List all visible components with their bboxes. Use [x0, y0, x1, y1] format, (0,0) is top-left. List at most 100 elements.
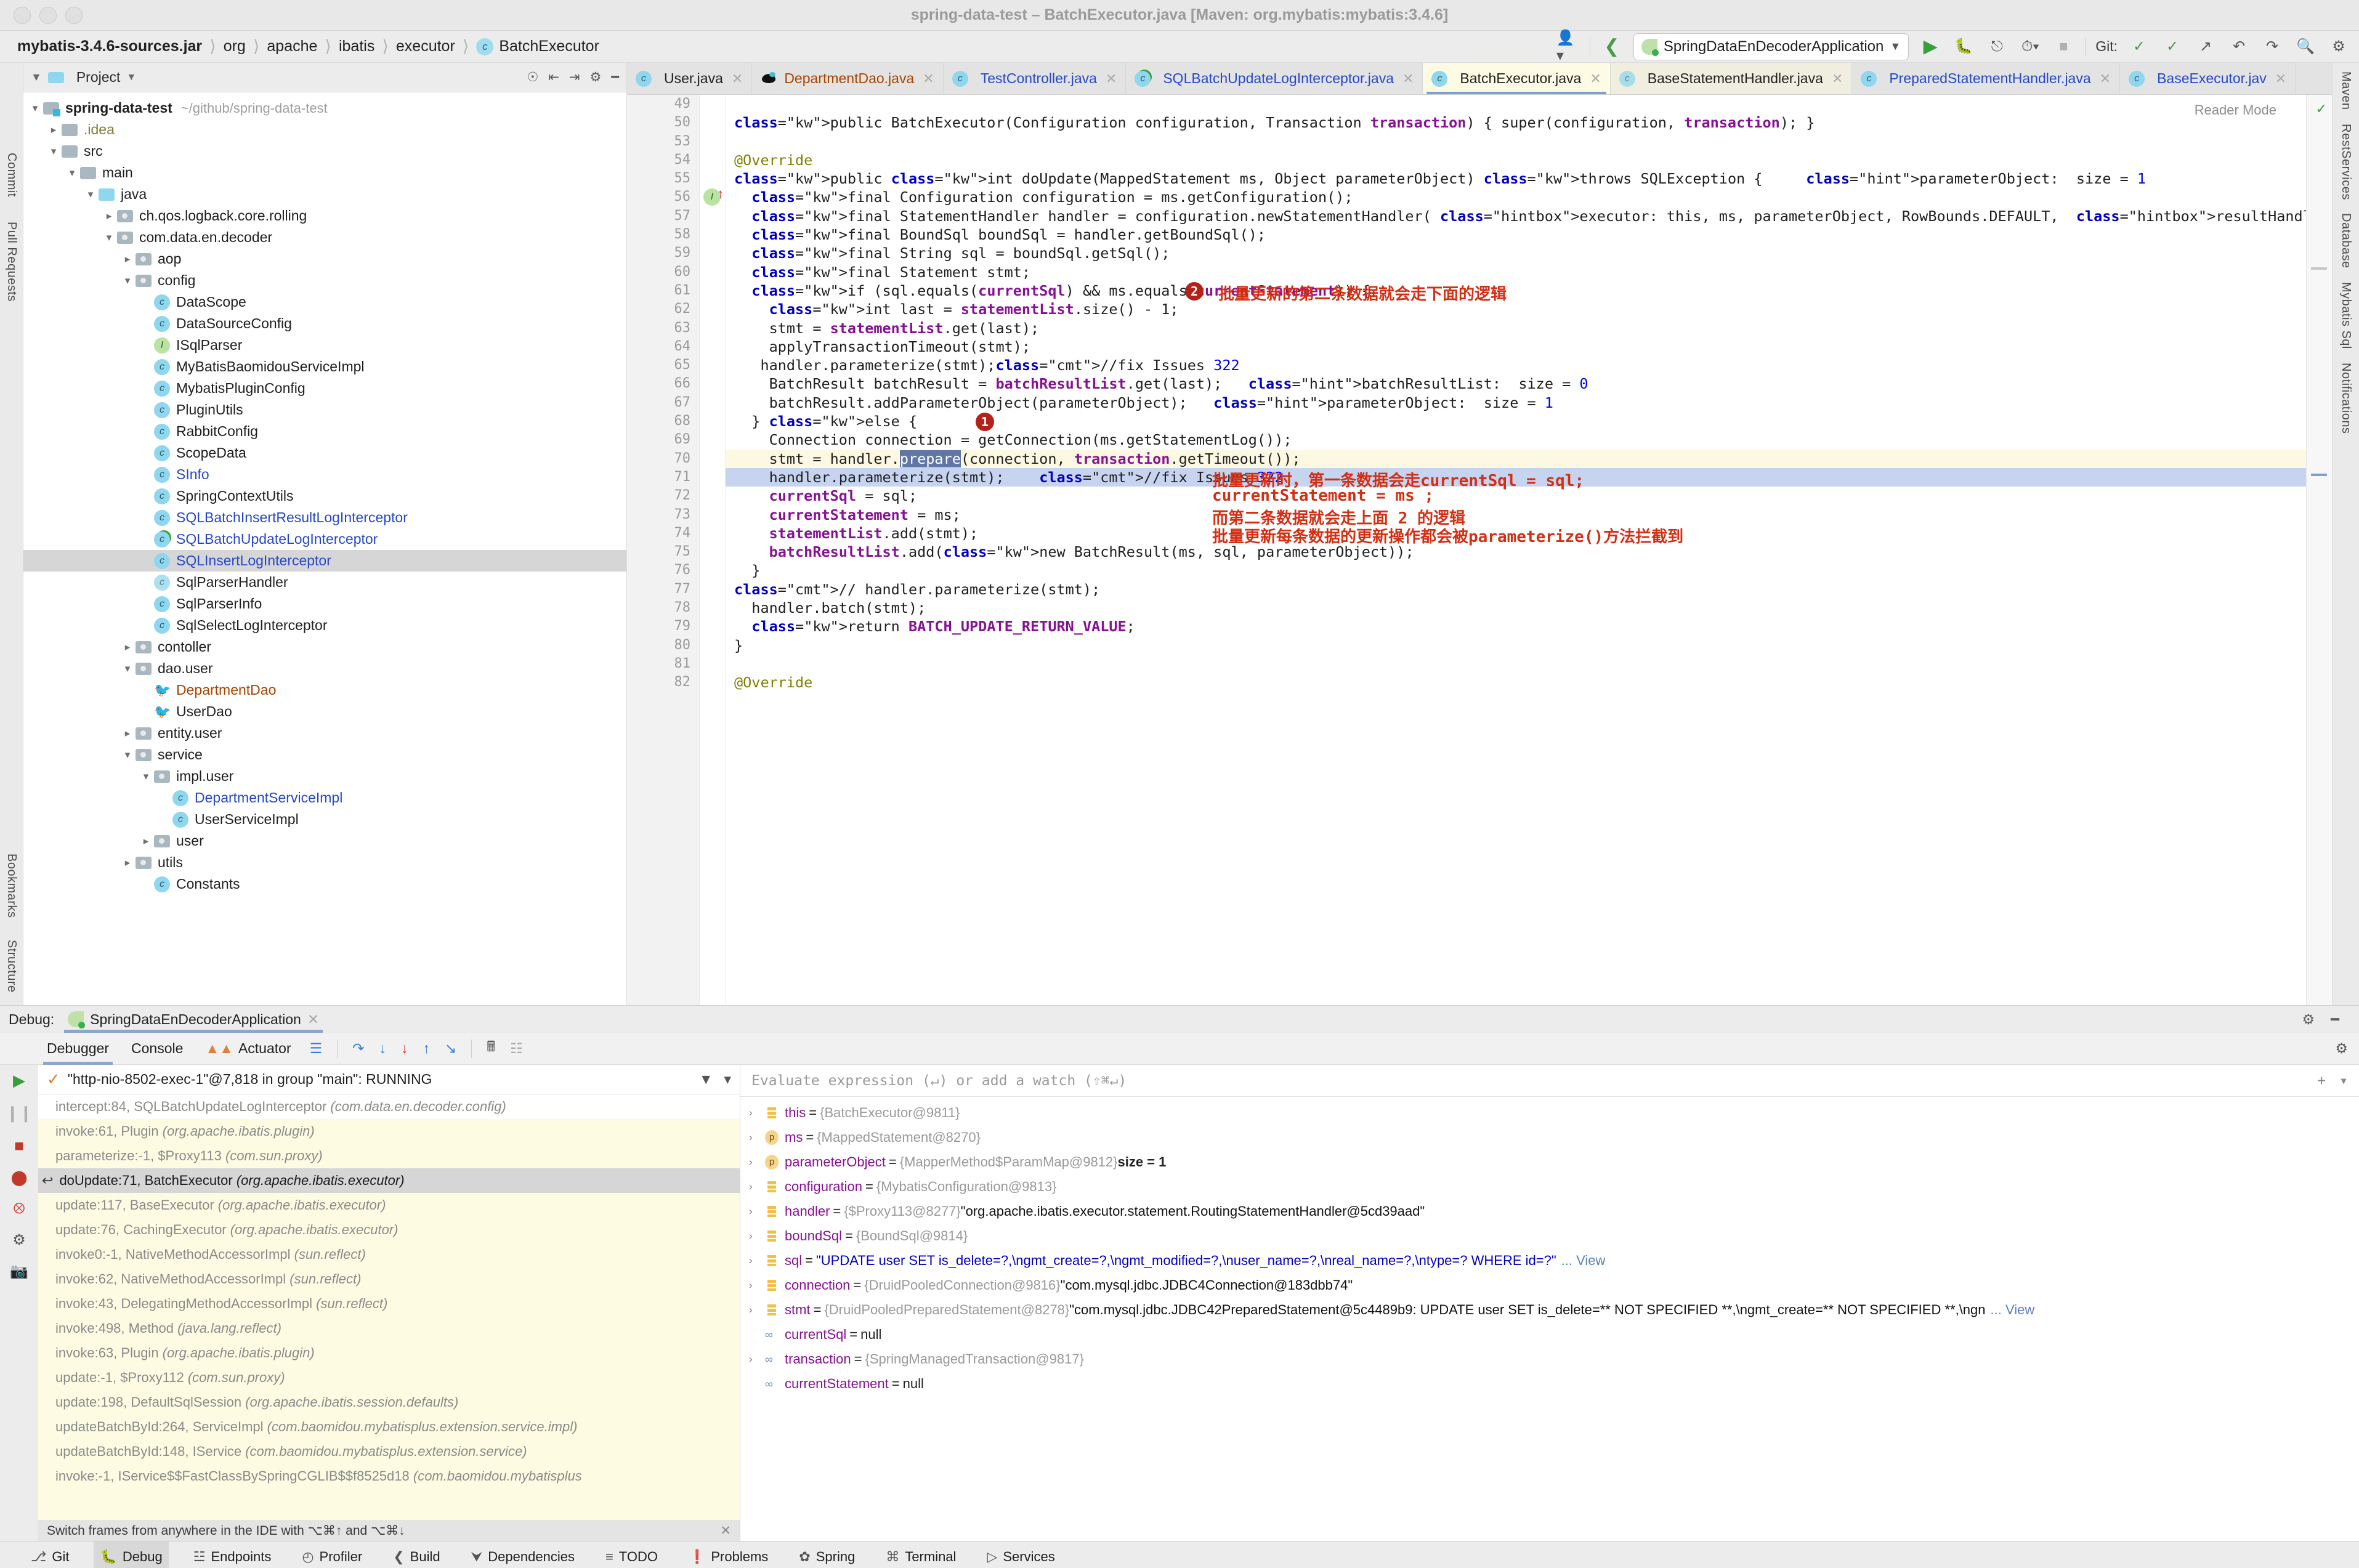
- code-line[interactable]: class="kw">return BATCH_UPDATE_RETURN_VA…: [726, 617, 2332, 636]
- rail-item-maven[interactable]: Maven: [2339, 71, 2353, 110]
- filter-icon[interactable]: ▼: [699, 1071, 713, 1088]
- tool-window-bar[interactable]: ⎇ Git 🐛 Debug ☳ Endpoints ◴ Profiler ❮ Build ⮟ Depe…: [0, 1541, 2359, 1568]
- git-update-icon[interactable]: ✓: [2127, 35, 2151, 59]
- tree-item[interactable]: c MyBatisBaomidouServiceImpl: [23, 356, 626, 378]
- chevron-down-icon[interactable]: ▾: [27, 102, 43, 115]
- tree-item[interactable]: ▸ aop: [23, 248, 626, 270]
- search-everywhere-icon[interactable]: 🔍: [2294, 35, 2317, 59]
- code-line[interactable]: batchResultList.add(class="kw">new Batch…: [726, 543, 2332, 561]
- chevron-down-icon[interactable]: ▾: [64, 167, 80, 179]
- git-push-icon[interactable]: ↗: [2194, 35, 2217, 59]
- chevron-right-icon[interactable]: ▸: [138, 835, 154, 847]
- chevron-right-icon[interactable]: ▸: [119, 253, 136, 265]
- close-icon[interactable]: ✕: [2100, 71, 2111, 87]
- settings-icon[interactable]: ⚙: [2302, 1011, 2315, 1028]
- stack-frame-row[interactable]: ↩ doUpdate:71, BatchExecutor (org.apache.…: [38, 1168, 740, 1193]
- tree-item[interactable]: c DepartmentServiceImpl: [23, 787, 626, 809]
- code-line[interactable]: class="kw">public BatchExecutor(Configur…: [726, 113, 2332, 132]
- line-number[interactable]: 70: [627, 450, 699, 468]
- variable-row[interactable]: › stmt = {DruidPooledPreparedStatement@8278…: [740, 1298, 2359, 1322]
- tree-item[interactable]: ▾ src: [23, 140, 626, 162]
- editor-tab[interactable]: DepartmentDao.java ✕: [752, 63, 944, 94]
- stack-frame-row[interactable]: invoke:-1, IService$$FastClassBySpringCG…: [38, 1464, 740, 1489]
- tree-item[interactable]: 🐦 UserDao: [23, 701, 626, 722]
- tab-console[interactable]: Console: [127, 1033, 187, 1065]
- chevron-right-icon[interactable]: ›: [749, 1174, 765, 1199]
- chevron-right-icon[interactable]: ›: [749, 1298, 765, 1322]
- line-number[interactable]: 56: [627, 188, 699, 206]
- line-number[interactable]: 57: [627, 207, 699, 225]
- code-line[interactable]: BatchResult batchResult = batchResultLis…: [726, 374, 2332, 393]
- run-icon[interactable]: ▶: [1919, 35, 1942, 59]
- step-over-icon[interactable]: ↷: [352, 1040, 364, 1057]
- code-line[interactable]: class="kw">final Statement stmt;: [726, 263, 2332, 281]
- tree-item[interactable]: c RabbitConfig: [23, 421, 626, 442]
- profiler-icon[interactable]: ⏱▾: [2018, 35, 2042, 59]
- hide-icon[interactable]: ━: [611, 70, 619, 85]
- line-number[interactable]: 74: [627, 524, 699, 543]
- editor-tab-bar[interactable]: c User.java ✕ DepartmentDao.java ✕ c TestContr…: [627, 63, 2332, 95]
- view-value-link[interactable]: ... View: [1561, 1248, 1606, 1273]
- tree-item[interactable]: c DataScope: [23, 291, 626, 313]
- editor-tab[interactable]: c BaseExecutor.jav ✕: [2120, 63, 2296, 94]
- line-number[interactable]: 81: [627, 655, 699, 673]
- chevron-right-icon[interactable]: ▸: [119, 857, 136, 869]
- thread-selector[interactable]: ✓ "http-nio-8502-exec-1"@7,818 in group …: [38, 1065, 740, 1094]
- view-breakpoints-icon[interactable]: ⬤: [11, 1169, 28, 1187]
- chevron-down-icon[interactable]: ▼: [31, 71, 42, 84]
- editor-tab[interactable]: c TestController.java ✕: [944, 63, 1127, 94]
- code-line[interactable]: [726, 655, 2332, 673]
- tree-item[interactable]: c SQLBatchInsertResultLogInterceptor: [23, 507, 626, 528]
- variable-row[interactable]: › sql = "UPDATE user SET is_delete=?,\ngmt_…: [740, 1248, 2359, 1273]
- chevron-right-icon[interactable]: ›: [749, 1125, 765, 1150]
- evaluate-expression-input[interactable]: Evaluate expression (↵) or add a watch (…: [740, 1065, 2359, 1097]
- code-line[interactable]: @Override: [726, 151, 2332, 169]
- run-to-cursor-icon[interactable]: ↘: [445, 1040, 456, 1057]
- tool-window-button[interactable]: ❮ Build: [387, 1542, 446, 1568]
- layout-icon[interactable]: ☷: [510, 1040, 523, 1057]
- variable-row[interactable]: › configuration = {MybatisConfiguration@981…: [740, 1174, 2359, 1199]
- tool-window-button[interactable]: ◴ Profiler: [296, 1542, 368, 1568]
- code-line[interactable]: class="kw">final BoundSql boundSql = han…: [726, 225, 2332, 244]
- line-number[interactable]: 82: [627, 673, 699, 692]
- line-number[interactable]: 50: [627, 113, 699, 132]
- rail-item-mybatis-sql[interactable]: Mybatis Sql: [2339, 282, 2353, 349]
- variable-row[interactable]: ∞ currentSql = null: [740, 1322, 2359, 1347]
- close-icon[interactable]: ✕: [2275, 71, 2286, 87]
- stack-frame-row[interactable]: invoke:61, Plugin (org.apache.ibatis.plu…: [38, 1119, 740, 1144]
- stack-frame-row[interactable]: updateBatchById:264, ServiceImpl (com.ba…: [38, 1415, 740, 1439]
- breadcrumb-item-class[interactable]: c BatchExecutor: [470, 38, 605, 56]
- git-commit-icon[interactable]: ✓: [2161, 35, 2184, 59]
- stack-frame-row[interactable]: update:76, CachingExecutor (org.apache.i…: [38, 1218, 740, 1242]
- rail-item-notifications[interactable]: Notifications: [2339, 363, 2353, 434]
- chevron-right-icon[interactable]: ›: [749, 1273, 765, 1298]
- tree-item[interactable]: ▾ service: [23, 744, 626, 766]
- code-line[interactable]: class="cmt">// handler.parameterize(stmt…: [726, 580, 2332, 599]
- chevron-right-icon[interactable]: ▸: [119, 727, 136, 740]
- tree-item[interactable]: c SQLBatchUpdateLogInterceptor: [23, 528, 626, 550]
- settings-icon[interactable]: ⚙: [2335, 1040, 2359, 1057]
- code-line[interactable]: }: [726, 561, 2332, 580]
- stripe-mark[interactable]: [2311, 474, 2327, 476]
- line-number[interactable]: 54: [627, 151, 699, 169]
- tool-window-button[interactable]: ▷ Services: [981, 1542, 1061, 1568]
- code-line[interactable]: @Override: [726, 673, 2332, 692]
- chevron-down-icon[interactable]: ▾: [101, 232, 117, 244]
- chevron-right-icon[interactable]: ›: [749, 1224, 765, 1248]
- line-number[interactable]: 58: [627, 225, 699, 244]
- line-number[interactable]: 66: [627, 374, 699, 393]
- project-tree[interactable]: ▾ spring-data-test ~/github/spring-data-te…: [23, 92, 626, 1005]
- editor-tab[interactable]: c User.java ✕: [627, 63, 753, 94]
- error-stripe[interactable]: ✓: [2306, 95, 2332, 1005]
- editor-tab[interactable]: c SQLBatchUpdateLogInterceptor.java ✕: [1126, 63, 1423, 94]
- variable-row[interactable]: › boundSql = {BoundSql@9814}: [740, 1224, 2359, 1248]
- tab-actuator[interactable]: ▲▲ Actuator: [201, 1033, 294, 1065]
- mute-breakpoints-icon[interactable]: ⮾: [14, 1200, 25, 1218]
- close-icon[interactable]: ✕: [732, 71, 743, 87]
- variable-row[interactable]: › this = {BatchExecutor@9811}: [740, 1101, 2359, 1125]
- tree-item[interactable]: c Constants: [23, 873, 626, 895]
- chevron-right-icon[interactable]: ›: [749, 1199, 765, 1224]
- line-number[interactable]: 61: [627, 281, 699, 300]
- code-line[interactable]: class="kw">final StatementHandler handle…: [726, 207, 2332, 225]
- tool-window-button[interactable]: ⮟ Dependencies: [465, 1542, 581, 1568]
